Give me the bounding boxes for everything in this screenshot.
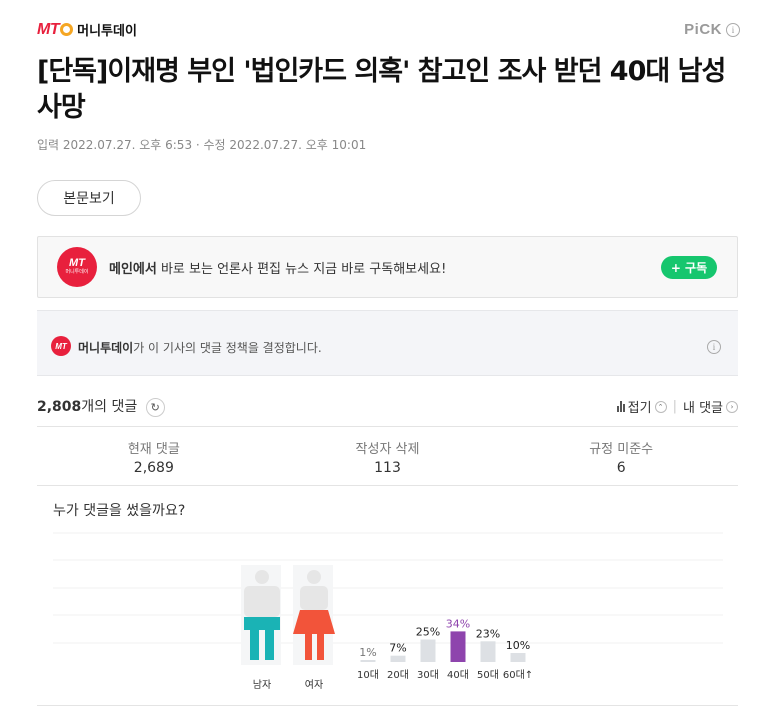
policy-text: 머니투데이가 이 기사의 댓글 정책을 결정합니다. (78, 339, 322, 356)
stat-label: 현재 댓글 (127, 442, 180, 457)
age-bar (510, 653, 526, 662)
subscribe-button[interactable]: + 구독 (661, 256, 717, 279)
age-bar-value: 1% (359, 646, 376, 659)
age-bar-value: 10% (506, 639, 530, 652)
press-logo-circle: MT 머니투데이 (57, 247, 97, 287)
subscribe-text: 메인에서 바로 보는 언론사 편집 뉴스 지금 바로 구독해보세요! (109, 258, 446, 277)
subscribe-banner: MT 머니투데이 메인에서 바로 보는 언론사 편집 뉴스 지금 바로 구독해보… (37, 236, 738, 298)
press-logo[interactable]: MT 머니투데이 (37, 20, 137, 40)
demographics-chart: 누가 댓글을 썼을까요? 남자 여자 1% 10대 7% 20대 25% 30대 34% 40… (37, 486, 738, 706)
age-bar (360, 660, 376, 662)
age-bar-value: 7% (389, 642, 406, 655)
policy-press-logo: MT (51, 336, 71, 356)
stat-value: 113 (374, 460, 401, 476)
article-dates: 입력 2022.07.27. 오후 6:53 · 수정 2022.07.27. … (37, 138, 367, 152)
comment-policy-bar: MT 머니투데이가 이 기사의 댓글 정책을 결정합니다. i (37, 310, 738, 376)
header: MT 머니투데이 PiCK i (37, 18, 740, 44)
sub-logo-name: 머니투데이 (65, 269, 89, 275)
policy-press-name: 머니투데이 (78, 341, 134, 355)
female-figure-icon (293, 565, 335, 665)
logo-mt-text: MT (37, 20, 60, 38)
stat-label: 작성자 삭제 (355, 442, 420, 457)
age-axis-label: 10대 (357, 669, 379, 681)
comment-header: 2,808개의 댓글 ↻ 접기 ⌃ | 내 댓글 › (37, 394, 738, 417)
subscribe-body-text: 바로 보는 언론사 편집 뉴스 지금 바로 구독해보세요! (156, 262, 447, 277)
subscribe-bold-text: 메인에서 (109, 262, 157, 277)
stats-bars-icon (616, 401, 625, 412)
gender-label-male: 남자 (253, 679, 271, 691)
refresh-icon[interactable]: ↻ (145, 397, 165, 417)
age-bar (480, 641, 496, 662)
sub-logo-mt: MT (69, 257, 85, 269)
article-title: [단독]이재명 부인 '법인카드 의혹' 참고인 조사 받던 40대 남성 사망 (37, 56, 726, 123)
stat-value: 2,689 (133, 460, 174, 476)
age-bar-value: 34% (446, 617, 470, 630)
comment-count-suffix: 개의 댓글 (81, 399, 138, 415)
read-article-button[interactable]: 본문보기 (37, 180, 141, 216)
stat-current: 현재 댓글 2,689 (37, 427, 271, 485)
stat-label: 규정 미준수 (589, 442, 654, 457)
chevron-right-icon[interactable]: › (726, 400, 738, 413)
fold-chevron-icon[interactable]: ⌃ (654, 400, 667, 413)
age-bar-value: 25% (416, 626, 440, 639)
press-name: 머니투데이 (77, 24, 137, 39)
fold-button[interactable]: 접기 (628, 397, 652, 416)
comment-count-number: 2,808 (37, 399, 82, 415)
gender-label-female: 여자 (305, 679, 323, 691)
age-bar (450, 631, 466, 662)
logo-ring-icon (60, 23, 74, 36)
comment-tools: 접기 ⌃ | 내 댓글 › (616, 397, 738, 416)
stat-deleted: 작성자 삭제 113 (271, 427, 505, 485)
stat-violation: 규정 미준수 6 (504, 427, 738, 485)
age-axis-label: 30대 (417, 669, 439, 681)
age-bar (420, 639, 436, 662)
age-axis-label: 60대↑ (503, 669, 533, 681)
pick-badge[interactable]: PiCK i (684, 21, 740, 38)
chart-canvas: 남자 여자 1% 10대 7% 20대 25% 30대 34% 40대 23% 50대 10% 60대… (53, 532, 723, 691)
policy-body: 가 이 기사의 댓글 정책을 결정합니다. (133, 341, 322, 355)
male-figure-icon (241, 565, 281, 665)
comment-count: 2,808개의 댓글 ↻ (37, 396, 165, 417)
pick-label: PiCK (684, 21, 722, 38)
stat-value: 6 (616, 460, 626, 476)
age-axis-label: 40대 (447, 669, 469, 681)
policy-info-icon[interactable]: i (707, 340, 721, 354)
divider: | (672, 399, 677, 414)
my-comments-link[interactable]: 내 댓글 (683, 397, 723, 416)
age-axis-label: 50대 (477, 669, 499, 681)
age-axis-label: 20대 (387, 669, 409, 681)
info-icon[interactable]: i (726, 22, 740, 37)
comment-stats: 현재 댓글 2,689 작성자 삭제 113 규정 미준수 6 (37, 426, 738, 486)
age-bar-value: 23% (476, 627, 500, 640)
age-bar (390, 655, 406, 662)
